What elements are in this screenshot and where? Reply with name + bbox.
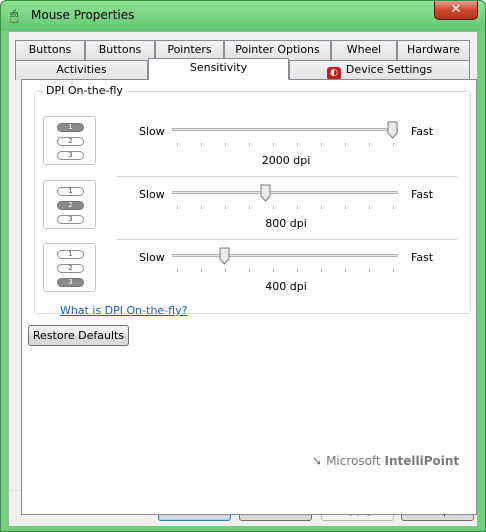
slider-tick (249, 269, 250, 272)
slider-tick (393, 143, 394, 146)
preset-pill-2: 2 (57, 264, 84, 273)
tab-label: Wheel (346, 43, 382, 56)
fast-label: Fast (411, 251, 434, 264)
window-title: Mouse Properties (31, 8, 135, 22)
slider-tick (225, 143, 226, 146)
dpi-slider-2-thumb[interactable] (260, 184, 271, 202)
dpi-slider-1-track[interactable] (172, 128, 398, 131)
preset-pill-3: 3 (57, 151, 84, 160)
cursor-logo-icon: ➘ (312, 454, 323, 468)
slow-label: Slow (139, 125, 165, 138)
preset-pill-2: 2 (57, 137, 84, 146)
tab-buttons-1[interactable]: Buttons (15, 40, 85, 60)
tab-label: Pointer Options (235, 43, 320, 56)
dpi-groupbox: DPI On-the-fly 1 2 3 Slow Fast 2000 dpi … (34, 84, 471, 317)
intellipoint-logo: ➘ Microsoft IntelliPoint (312, 454, 459, 468)
tab-label: Sensitivity (189, 61, 248, 74)
tab-activities[interactable]: Activities (15, 60, 148, 80)
slider-tick (177, 206, 178, 209)
sensitivity-panel: DPI On-the-fly 1 2 3 Slow Fast 2000 dpi … (21, 79, 477, 515)
slider-tick (369, 269, 370, 272)
slider-tick (297, 143, 298, 146)
slider-tick (369, 206, 370, 209)
dpi-slider-2-track[interactable] (172, 191, 398, 194)
tab-label: Pointers (167, 43, 212, 56)
slider-tick (273, 143, 274, 146)
slider-tick (297, 206, 298, 209)
slider-tick (177, 143, 178, 146)
tab-label: Hardware (406, 43, 461, 56)
slider-tick (201, 143, 202, 146)
dpi-preset-indicator-3: 1 2 3 (43, 243, 96, 292)
dpi-preset-indicator-2: 1 2 3 (43, 180, 96, 229)
tab-buttons-2[interactable]: Buttons (85, 40, 155, 60)
dpi-slider-1-thumb[interactable] (387, 121, 398, 139)
tab-wheel[interactable]: Wheel (331, 40, 397, 60)
tab-label: Buttons (98, 43, 142, 56)
slider-tick (201, 206, 202, 209)
tab-sensitivity[interactable]: Sensitivity (148, 58, 289, 80)
group-label: DPI On-the-fly (43, 84, 126, 97)
slider-tick (249, 143, 250, 146)
slow-label: Slow (139, 251, 165, 264)
slider-tick (177, 269, 178, 272)
logo-brand: Microsoft (326, 454, 381, 468)
slider-tick (273, 206, 274, 209)
slider-tick (345, 269, 346, 272)
divider (117, 176, 457, 177)
slider-tick (201, 269, 202, 272)
close-button[interactable]: ✕ (434, 1, 478, 20)
slow-label: Slow (139, 188, 165, 201)
tab-device-settings[interactable]: ◐ Device Settings (289, 60, 470, 80)
preset-pill-2: 2 (57, 201, 84, 210)
slider-tick (345, 206, 346, 209)
preset-pill-1: 1 (57, 187, 84, 196)
slider-tick (345, 143, 346, 146)
slider-tick (321, 269, 322, 272)
tab-label: Device Settings (345, 63, 433, 76)
dialog-client-area: Buttons Buttons Pointers Pointer Options… (8, 31, 478, 526)
dpi-preset-indicator-1: 1 2 3 (43, 116, 96, 165)
mouse-app-icon: 🖱 (10, 8, 19, 24)
close-icon: ✕ (450, 2, 462, 17)
tab-pointers[interactable]: Pointers (155, 40, 224, 60)
slider-tick (393, 206, 394, 209)
logo-product: IntelliPoint (384, 454, 460, 468)
slider-tick (249, 206, 250, 209)
slider-tick (225, 269, 226, 272)
slider-tick (321, 143, 322, 146)
mouse-properties-window: 🖱 Mouse Properties ✕ Buttons Buttons Poi… (0, 0, 486, 532)
dpi-value-3: 400 dpi (265, 280, 307, 293)
slider-tick (225, 206, 226, 209)
fast-label: Fast (411, 125, 434, 138)
dpi-value-1: 2000 dpi (261, 154, 311, 167)
tab-label: Activities (56, 63, 107, 76)
preset-pill-3: 3 (57, 278, 84, 287)
restore-defaults-button[interactable]: Restore Defaults (28, 325, 129, 346)
slider-tick (273, 269, 274, 272)
divider (117, 239, 457, 240)
dpi-slider-3-track[interactable] (172, 254, 398, 257)
slider-tick (321, 206, 322, 209)
title-bar[interactable]: 🖱 Mouse Properties ✕ (1, 1, 485, 31)
preset-pill-1: 1 (57, 250, 84, 259)
slider-tick (369, 143, 370, 146)
preset-pill-1: 1 (57, 123, 84, 132)
fast-label: Fast (411, 188, 434, 201)
dpi-value-2: 800 dpi (265, 217, 307, 230)
what-is-dpi-link[interactable]: What is DPI On-the-fly? (60, 304, 187, 317)
tab-pointer-options[interactable]: Pointer Options (224, 40, 331, 60)
preset-pill-3: 3 (57, 215, 84, 224)
tab-hardware[interactable]: Hardware (397, 40, 470, 60)
tab-label: Buttons (28, 43, 72, 56)
slider-tick (393, 269, 394, 272)
slider-tick (297, 269, 298, 272)
dpi-slider-3-thumb[interactable] (219, 247, 230, 265)
